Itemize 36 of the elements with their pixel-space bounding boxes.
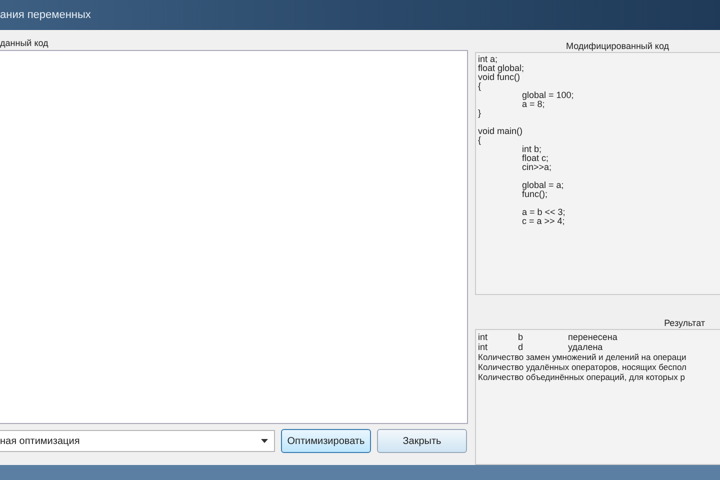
source-code-area[interactable]	[0, 50, 468, 424]
code-line: cin>>a;	[521, 163, 553, 172]
panel-label: данный код	[0, 37, 50, 49]
action-text: удалена	[568, 342, 603, 352]
code-line: {	[478, 82, 482, 91]
code-line: int a;	[478, 55, 499, 64]
modified-code-area[interactable]: int a; float global; void func() { global = 100; a = 8; } void main() { int b; float c; cin>>a; global = a; func(); a = b << 3; c = a >> 4;	[475, 52, 720, 295]
dialog-button[interactable]: Оптимизировать	[281, 429, 371, 453]
code-line: a = 8;	[521, 100, 545, 109]
code-line: func();	[521, 190, 549, 199]
result-area[interactable]: int b перенесена int d удалена Количество замен умножений и делений на операци Количество удалённых операторов, носящих беспол Количество объединённых операций, для которых р	[475, 329, 720, 465]
action-text: перенесена	[568, 332, 618, 342]
panel-label: Результат	[664, 317, 705, 329]
dialog-button[interactable]: Закрыть	[377, 429, 467, 453]
variable-name: d	[518, 342, 524, 352]
code-line: global = 100;	[521, 91, 575, 100]
mode-dropdown[interactable]: ная оптимизация	[0, 430, 275, 452]
result-note: Количество замен умножений и делений на операци	[478, 352, 688, 362]
code-line: a = b << 3;	[521, 206, 566, 217]
variable-name: b	[518, 332, 524, 342]
code-line: global = a;	[521, 179, 565, 190]
window-title: ания переменных	[0, 10, 91, 20]
code-line: float c;	[521, 154, 550, 163]
code-line: void main()	[478, 125, 524, 136]
code-line: }	[478, 109, 482, 118]
result-note: Количество объединённых операций, для которых р	[478, 372, 686, 382]
result-note: Количество удалённых операторов, носящих беспол	[478, 362, 688, 372]
code-line: int b;	[521, 145, 543, 154]
code-line: {	[478, 136, 482, 145]
type-text: int	[478, 342, 489, 352]
type-text: int	[478, 332, 489, 342]
caret-icon	[261, 439, 268, 443]
code-line: c = a >> 4;	[521, 217, 566, 226]
code-line: float global;	[478, 64, 526, 73]
code-line: void func()	[478, 73, 520, 82]
panel-label: Модифицированный код	[566, 40, 670, 52]
